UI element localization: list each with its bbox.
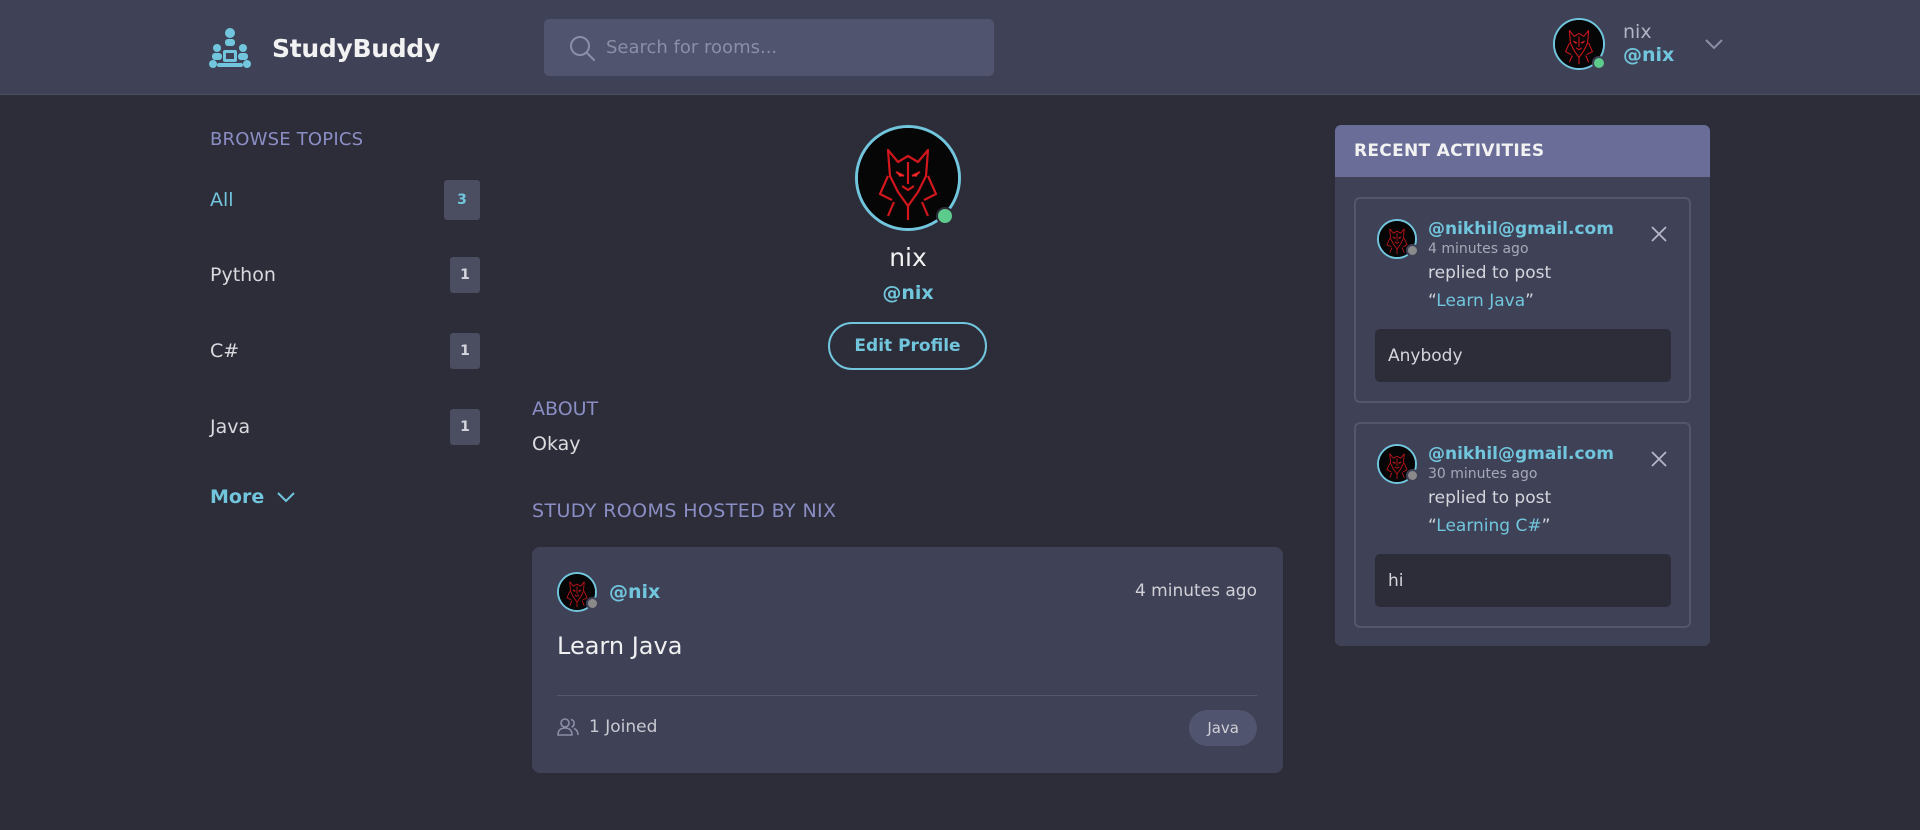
topic-item-python[interactable]: Python 1 [210, 255, 480, 295]
status-dot [1406, 469, 1419, 482]
users-icon [557, 718, 579, 736]
about-text: Okay [532, 433, 581, 455]
activity-user-link[interactable]: @nikhil@gmail.com [1428, 219, 1614, 239]
room-card[interactable]: @nix 4 minutes ago Learn Java 1 Joined J… [532, 547, 1283, 773]
activity-post-link[interactable]: Learn Java [1436, 291, 1525, 311]
activity-user-link[interactable]: @nikhil@gmail.com [1428, 444, 1614, 464]
activity-reply-text: Anybody [1375, 329, 1671, 382]
topic-item-csharp[interactable]: C# 1 [210, 331, 480, 371]
app-title: StudyBuddy [272, 33, 440, 63]
user-menu[interactable]: nix @nix [1553, 18, 1724, 70]
status-dot [586, 597, 599, 610]
topic-item-all[interactable]: All 3 [210, 180, 480, 220]
room-participants: 1 Joined [557, 717, 657, 737]
room-host-link[interactable]: @nix [557, 572, 660, 612]
topic-count-badge: 1 [450, 257, 480, 293]
activity-post: “Learning C#” [1428, 516, 1550, 536]
close-icon[interactable] [1650, 450, 1668, 468]
user-name: nix [1623, 21, 1652, 43]
activity-action: replied to post [1428, 263, 1552, 283]
status-dot [1406, 244, 1419, 257]
activity-post-link[interactable]: Learning C# [1436, 516, 1541, 536]
topic-label: C# [210, 340, 240, 362]
search-input[interactable] [606, 19, 976, 76]
activity-item: @nikhil@gmail.com 30 minutes ago replied… [1354, 422, 1691, 628]
activity-time: 30 minutes ago [1428, 466, 1538, 482]
topic-count-badge: 1 [450, 409, 480, 445]
topic-count-badge: 3 [444, 180, 480, 220]
online-status-dot [936, 207, 954, 225]
user-handle: @nix [1623, 44, 1675, 66]
topic-label: Python [210, 264, 276, 286]
browse-topics-heading: BROWSE TOPICS [210, 129, 364, 150]
topic-label: Java [210, 416, 251, 438]
user-info: nix @nix [1623, 21, 1674, 67]
topic-item-java[interactable]: Java 1 [210, 407, 480, 447]
topic-count-badge: 1 [450, 333, 480, 369]
divider [557, 695, 1257, 696]
close-icon[interactable] [1650, 225, 1668, 243]
room-title-link[interactable]: Learn Java [557, 632, 682, 660]
activity-action: replied to post [1428, 488, 1552, 508]
profile-avatar [855, 125, 961, 231]
room-topic-tag[interactable]: Java [1189, 710, 1257, 746]
recent-activities-panel: RECENT ACTIVITIES @nikhil@gmail.com 4 mi… [1335, 125, 1710, 646]
studybuddy-logo-icon [209, 28, 251, 68]
quote-close: ” [1525, 291, 1534, 311]
top-navbar: StudyBuddy nix @nix [0, 0, 1920, 95]
edit-profile-button[interactable]: Edit Profile [828, 322, 987, 370]
activity-reply-text: hi [1375, 554, 1671, 607]
quote-close: ” [1541, 516, 1551, 536]
avatar[interactable] [1553, 18, 1606, 70]
profile-handle: @nix [882, 282, 934, 304]
activity-item: @nikhil@gmail.com 4 minutes ago replied … [1354, 197, 1691, 403]
recent-activities-heading: RECENT ACTIVITIES [1335, 125, 1710, 177]
profile-name: nix [889, 243, 927, 272]
room-timestamp: 4 minutes ago [1134, 581, 1257, 601]
topic-label: All [210, 189, 234, 211]
more-topics-link[interactable]: More [210, 486, 296, 508]
search-bar [544, 19, 994, 76]
logo-link[interactable]: StudyBuddy [208, 27, 440, 69]
chevron-down-icon [277, 492, 295, 503]
room-host-handle: @nix [609, 581, 661, 603]
about-heading: ABOUT [532, 398, 599, 420]
hosted-rooms-heading: STUDY ROOMS HOSTED BY NIX [532, 500, 837, 522]
room-joined-count: 1 Joined [589, 717, 658, 737]
chevron-down-icon[interactable] [1704, 38, 1724, 50]
avatar[interactable] [1377, 219, 1419, 259]
avatar[interactable] [1377, 444, 1419, 484]
search-icon [570, 36, 595, 61]
activity-post: “Learn Java” [1428, 291, 1534, 311]
online-status-dot [1592, 56, 1606, 70]
activity-time: 4 minutes ago [1428, 241, 1529, 257]
more-label: More [210, 486, 265, 508]
avatar [557, 572, 599, 612]
